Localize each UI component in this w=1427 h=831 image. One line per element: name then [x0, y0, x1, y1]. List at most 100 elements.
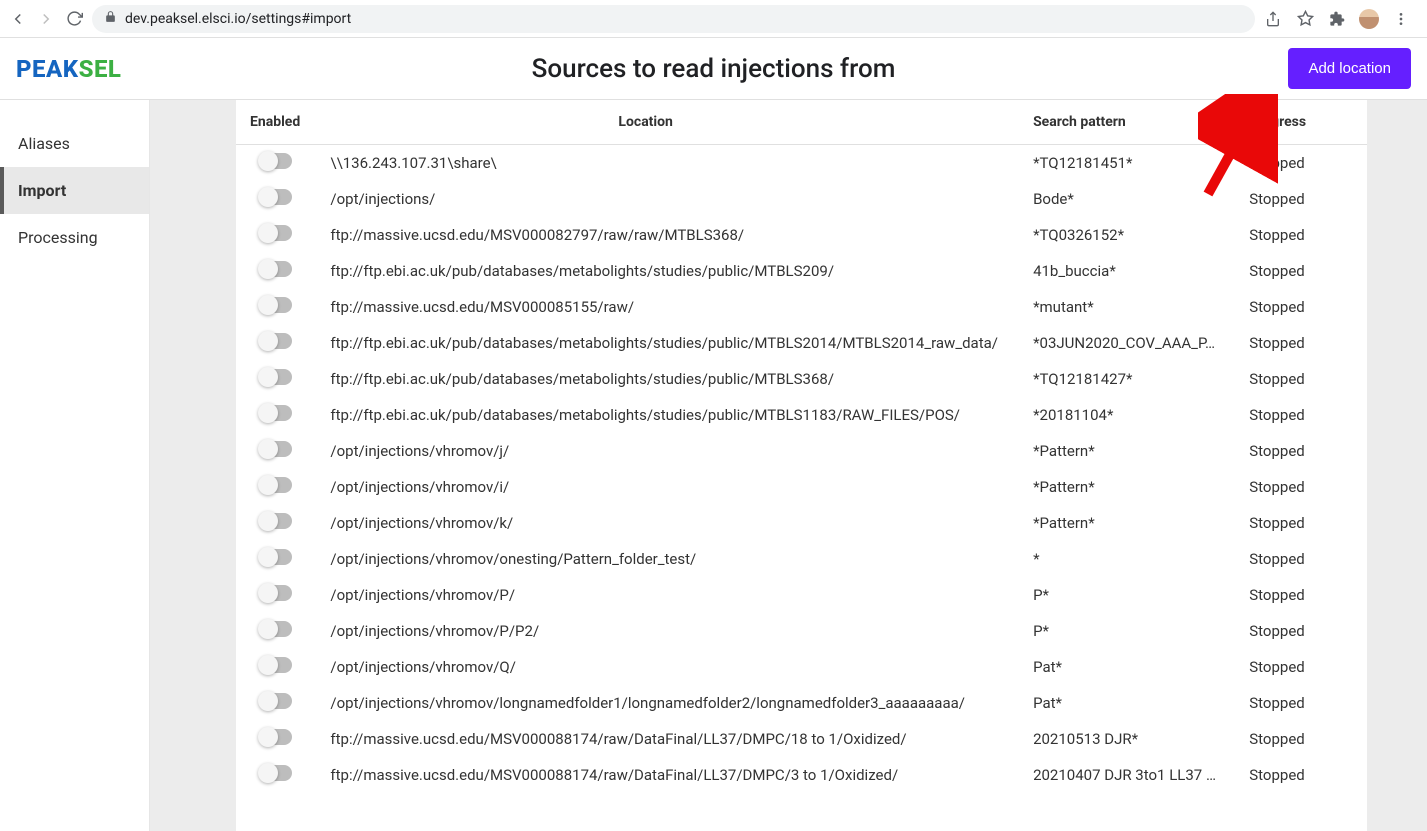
app-header: PEAKSEL Sources to read injections from …	[0, 38, 1427, 100]
cell-progress: Stopped	[1237, 685, 1367, 721]
cell-location: \\136.243.107.31\share\	[318, 145, 1021, 182]
enabled-toggle[interactable]	[260, 297, 292, 313]
avatar[interactable]	[1359, 9, 1379, 29]
cell-progress: Stopped	[1237, 469, 1367, 505]
sidebar-item-aliases[interactable]: Aliases	[0, 120, 149, 167]
cell-enabled	[236, 541, 318, 577]
enabled-toggle[interactable]	[260, 441, 292, 457]
cell-enabled	[236, 685, 318, 721]
enabled-toggle[interactable]	[260, 513, 292, 529]
enabled-toggle[interactable]	[260, 225, 292, 241]
cell-location: /opt/injections/vhromov/j/	[318, 433, 1021, 469]
enabled-toggle[interactable]	[260, 729, 292, 745]
enabled-toggle[interactable]	[260, 765, 292, 781]
sidebar-item-processing[interactable]: Processing	[0, 214, 149, 261]
share-icon[interactable]	[1263, 9, 1283, 29]
logo-part1: PEAK	[16, 55, 79, 83]
enabled-toggle[interactable]	[260, 405, 292, 421]
cell-enabled	[236, 757, 318, 793]
cell-progress: Stopped	[1237, 145, 1367, 182]
cell-location: /opt/injections/vhromov/longnamedfolder1…	[318, 685, 1021, 721]
enabled-toggle[interactable]	[260, 369, 292, 385]
url-text: dev.peaksel.elsci.io/settings#import	[125, 11, 351, 27]
add-location-button[interactable]: Add location	[1288, 48, 1411, 89]
menu-icon[interactable]	[1391, 9, 1411, 29]
table-row: ftp://massive.ucsd.edu/MSV000085155/raw/…	[236, 289, 1367, 325]
sidebar-item-import[interactable]: Import	[0, 167, 149, 214]
locations-table: Enabled Location Search pattern Progress…	[236, 100, 1367, 793]
enabled-toggle[interactable]	[260, 585, 292, 601]
cell-progress: Stopped	[1237, 505, 1367, 541]
th-location: Location	[318, 100, 1021, 145]
cell-enabled	[236, 721, 318, 757]
address-bar[interactable]: dev.peaksel.elsci.io/settings#import	[92, 5, 1255, 33]
cell-enabled	[236, 433, 318, 469]
cell-location: ftp://massive.ucsd.edu/MSV000085155/raw/	[318, 289, 1021, 325]
th-pattern: Search pattern	[1021, 100, 1237, 145]
table-row: /opt/injections/vhromov/longnamedfolder1…	[236, 685, 1367, 721]
enabled-toggle[interactable]	[260, 657, 292, 673]
enabled-toggle[interactable]	[260, 189, 292, 205]
cell-enabled	[236, 469, 318, 505]
cell-location: /opt/injections/vhromov/k/	[318, 505, 1021, 541]
cell-enabled	[236, 217, 318, 253]
cell-enabled	[236, 505, 318, 541]
enabled-toggle[interactable]	[260, 549, 292, 565]
table-row: /opt/injections/vhromov/i/*Pattern*Stopp…	[236, 469, 1367, 505]
back-button[interactable]	[8, 9, 28, 29]
cell-progress: Stopped	[1237, 181, 1367, 217]
cell-enabled	[236, 613, 318, 649]
cell-progress: Stopped	[1237, 541, 1367, 577]
forward-button[interactable]	[36, 9, 56, 29]
table-row: \\136.243.107.31\share\*TQ12181451*Stopp…	[236, 145, 1367, 182]
cell-pattern: *TQ12181451*	[1021, 145, 1237, 182]
enabled-toggle[interactable]	[260, 693, 292, 709]
cell-pattern: *TQ0326152*	[1021, 217, 1237, 253]
cell-location: ftp://ftp.ebi.ac.uk/pub/databases/metabo…	[318, 361, 1021, 397]
enabled-toggle[interactable]	[260, 477, 292, 493]
cell-progress: Stopped	[1237, 289, 1367, 325]
browser-actions	[1263, 9, 1419, 29]
cell-pattern: *Pattern*	[1021, 505, 1237, 541]
cell-location: ftp://massive.ucsd.edu/MSV000088174/raw/…	[318, 721, 1021, 757]
cell-pattern: *Pattern*	[1021, 469, 1237, 505]
cell-location: ftp://massive.ucsd.edu/MSV000088174/raw/…	[318, 757, 1021, 793]
cell-progress: Stopped	[1237, 433, 1367, 469]
cell-progress: Stopped	[1237, 397, 1367, 433]
enabled-toggle[interactable]	[260, 333, 292, 349]
table-row: ftp://ftp.ebi.ac.uk/pub/databases/metabo…	[236, 397, 1367, 433]
cell-location: ftp://massive.ucsd.edu/MSV000082797/raw/…	[318, 217, 1021, 253]
cell-progress: Stopped	[1237, 757, 1367, 793]
cell-progress: Stopped	[1237, 361, 1367, 397]
table-row: /opt/injections/vhromov/onesting/Pattern…	[236, 541, 1367, 577]
cell-location: /opt/injections/	[318, 181, 1021, 217]
cell-pattern: Bode*	[1021, 181, 1237, 217]
enabled-toggle[interactable]	[260, 153, 292, 169]
cell-pattern: Pat*	[1021, 649, 1237, 685]
th-progress: Progress	[1237, 100, 1367, 145]
cell-pattern: *TQ12181427*	[1021, 361, 1237, 397]
cell-enabled	[236, 325, 318, 361]
table-row: /opt/injections/vhromov/Q/Pat*Stopped	[236, 649, 1367, 685]
content-area: Enabled Location Search pattern Progress…	[150, 100, 1427, 831]
cell-progress: Stopped	[1237, 613, 1367, 649]
enabled-toggle[interactable]	[260, 261, 292, 277]
extensions-icon[interactable]	[1327, 9, 1347, 29]
cell-pattern: 20210407 DJR 3to1 LL37 …	[1021, 757, 1237, 793]
cell-pattern: Pat*	[1021, 685, 1237, 721]
sidebar: AliasesImportProcessing	[0, 100, 150, 831]
table-row: ftp://massive.ucsd.edu/MSV000088174/raw/…	[236, 757, 1367, 793]
reload-button[interactable]	[64, 9, 84, 29]
cell-pattern: *mutant*	[1021, 289, 1237, 325]
table-row: /opt/injections/vhromov/k/*Pattern*Stopp…	[236, 505, 1367, 541]
table-row: /opt/injections/vhromov/j/*Pattern*Stopp…	[236, 433, 1367, 469]
cell-location: ftp://ftp.ebi.ac.uk/pub/databases/metabo…	[318, 397, 1021, 433]
bookmark-icon[interactable]	[1295, 9, 1315, 29]
enabled-toggle[interactable]	[260, 621, 292, 637]
cell-pattern: P*	[1021, 577, 1237, 613]
logo[interactable]: PEAKSEL	[16, 55, 121, 83]
cell-location: /opt/injections/vhromov/P/	[318, 577, 1021, 613]
cell-location: /opt/injections/vhromov/P/P2/	[318, 613, 1021, 649]
cell-location: ftp://ftp.ebi.ac.uk/pub/databases/metabo…	[318, 325, 1021, 361]
browser-toolbar: dev.peaksel.elsci.io/settings#import	[0, 0, 1427, 38]
